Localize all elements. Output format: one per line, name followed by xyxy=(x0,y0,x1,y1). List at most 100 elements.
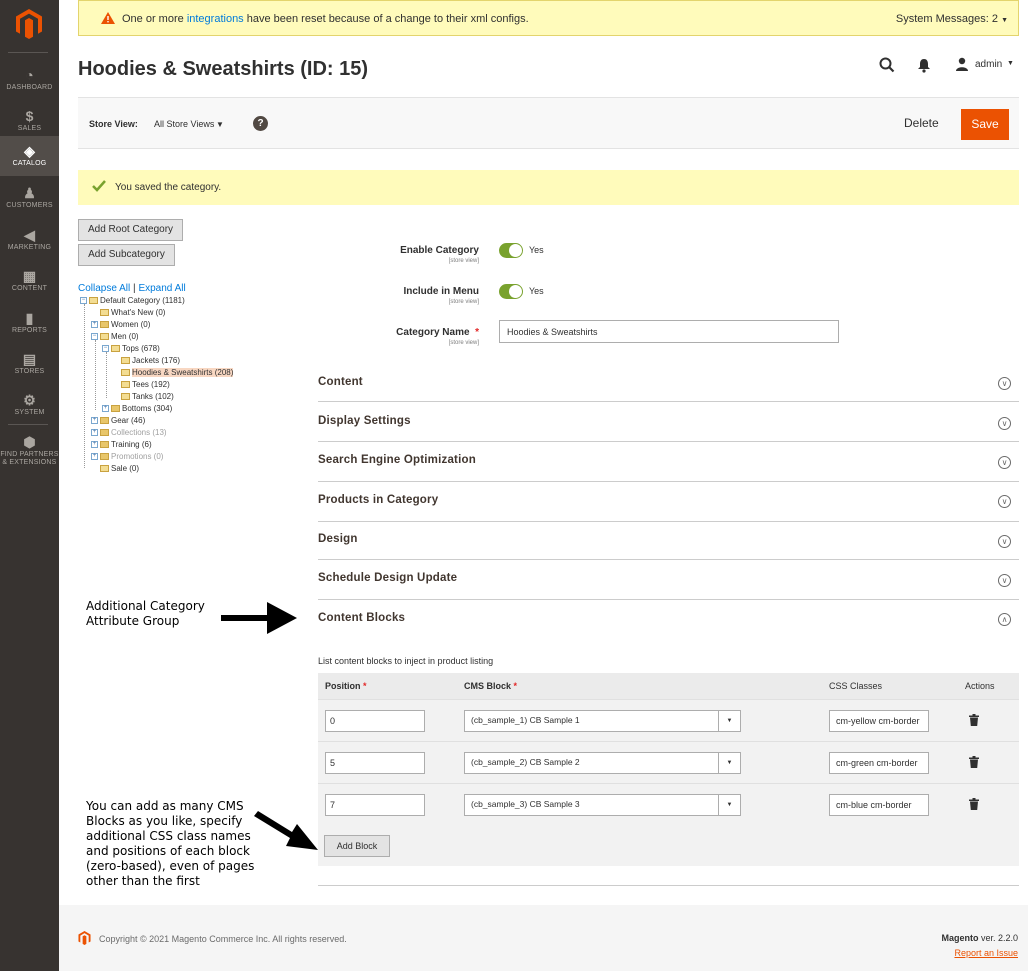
tree-node-men[interactable]: − Men (0) xyxy=(91,331,139,343)
chevron-down-icon: ▼ xyxy=(718,795,740,815)
table-row: 0 (cb_sample_1) CB Sample 1 ▼ cm-yellow c… xyxy=(318,699,1019,741)
magento-logo-icon[interactable] xyxy=(15,9,43,39)
trash-icon[interactable] xyxy=(969,756,979,768)
section-display-settings[interactable]: Display Settings ∨ xyxy=(318,402,1019,442)
cms-block-select[interactable]: (cb_sample_3) CB Sample 3 ▼ xyxy=(464,794,741,816)
tree-node-training[interactable]: + Training (6) xyxy=(91,439,152,451)
tree-node-default-category[interactable]: − Default Category (1181) xyxy=(80,295,185,307)
sidebar-item-content[interactable]: ▦ CONTENT xyxy=(0,261,59,303)
sidebar-item-partners[interactable]: ⬢ FIND PARTNERS & EXTENSIONS xyxy=(0,427,59,471)
sidebar-item-dashboard[interactable]: ◔ DASHBOARD xyxy=(0,60,59,102)
delete-button[interactable]: Delete xyxy=(904,116,939,130)
sidebar-item-customers[interactable]: ♟ CUSTOMERS xyxy=(0,178,59,220)
table-row: 7 (cb_sample_3) CB Sample 3 ▼ cm-blue cm-… xyxy=(318,783,1019,825)
section-content[interactable]: Content ∨ xyxy=(318,370,1019,402)
search-icon[interactable] xyxy=(879,57,895,73)
gear-icon: ⚙ xyxy=(23,392,36,408)
position-input[interactable]: 0 xyxy=(325,710,425,732)
expand-toggle-icon[interactable]: + xyxy=(91,321,98,329)
cms-block-select[interactable]: (cb_sample_1) CB Sample 1 ▼ xyxy=(464,710,741,732)
section-design[interactable]: Design ∨ xyxy=(318,520,1019,560)
category-name-label: Category Name * xyxy=(396,327,479,338)
position-input[interactable]: 5 xyxy=(325,752,425,774)
enable-category-toggle[interactable] xyxy=(499,243,523,258)
tree-node-bottoms[interactable]: + Bottoms (304) xyxy=(102,403,172,415)
add-block-button[interactable]: Add Block xyxy=(324,835,390,857)
save-button[interactable]: Save xyxy=(961,109,1009,140)
folder-icon xyxy=(100,417,109,425)
css-classes-input[interactable]: cm-blue cm-border xyxy=(829,794,929,816)
chevron-down-icon: ▼ xyxy=(1001,17,1008,24)
css-classes-input[interactable]: cm-green cm-border xyxy=(829,752,929,774)
expand-toggle-icon[interactable]: + xyxy=(102,405,109,413)
system-messages-toggle[interactable]: System Messages: 2 ▼ xyxy=(896,13,1008,25)
folder-icon xyxy=(100,429,109,437)
expand-toggle-icon[interactable]: + xyxy=(91,441,98,449)
collapse-toggle-icon[interactable]: − xyxy=(102,345,109,353)
enable-category-label: Enable Category xyxy=(400,245,479,256)
admin-user-menu[interactable]: admin ▼ xyxy=(955,57,1014,74)
warning-icon xyxy=(101,12,115,24)
add-subcategory-button[interactable]: Add Subcategory xyxy=(78,244,175,266)
expand-all-link[interactable]: Expand All xyxy=(138,283,185,294)
integrations-link[interactable]: integrations xyxy=(187,13,244,25)
position-header: Position * xyxy=(325,681,367,691)
trash-icon[interactable] xyxy=(969,798,979,810)
required-asterisk: * xyxy=(475,327,479,338)
annotation-attribute-group: Additional Category Attribute Group xyxy=(86,599,205,628)
chevron-down-icon: ▼ xyxy=(1007,60,1014,67)
tree-node-gear[interactable]: + Gear (46) xyxy=(91,415,145,427)
trash-icon[interactable] xyxy=(969,714,979,726)
tree-node-jackets[interactable]: Jackets (176) xyxy=(121,355,180,367)
tree-node-tops[interactable]: − Tops (678) xyxy=(102,343,160,355)
collapse-toggle-icon[interactable]: − xyxy=(80,297,87,305)
content-blocks-description: List content blocks to inject in product… xyxy=(318,656,494,666)
position-input[interactable]: 7 xyxy=(325,794,425,816)
help-icon[interactable]: ? xyxy=(253,116,268,131)
expand-toggle-icon[interactable]: + xyxy=(91,453,98,461)
tree-node-collections[interactable]: + Collections (13) xyxy=(91,427,167,439)
sidebar-item-stores[interactable]: ▤ STORES xyxy=(0,344,59,386)
category-name-input[interactable] xyxy=(499,320,839,343)
section-content-blocks[interactable]: Content Blocks ∧ xyxy=(318,600,1019,640)
tree-guide-line xyxy=(106,352,107,398)
collapse-toggle-icon[interactable]: − xyxy=(91,333,98,341)
tree-node-tanks[interactable]: Tanks (102) xyxy=(121,391,174,403)
section-seo[interactable]: Search Engine Optimization ∨ xyxy=(318,442,1019,482)
collapse-all-link[interactable]: Collapse All xyxy=(78,283,130,294)
sidebar-item-reports[interactable]: ▮ REPORTS xyxy=(0,303,59,345)
folder-icon xyxy=(121,381,130,389)
tree-node-sale[interactable]: Sale (0) xyxy=(100,463,139,475)
tree-node-women[interactable]: + Women (0) xyxy=(91,319,150,331)
tree-node-whats-new[interactable]: What's New (0) xyxy=(100,307,165,319)
notification-bell-icon[interactable] xyxy=(917,58,931,73)
report-issue-link[interactable]: Report an Issue xyxy=(954,948,1018,958)
table-row: 5 (cb_sample_2) CB Sample 2 ▼ cm-green cm… xyxy=(318,741,1019,783)
tree-node-promotions[interactable]: + Promotions (0) xyxy=(91,451,163,463)
sidebar-item-marketing[interactable]: ◀ MARKETING xyxy=(0,220,59,262)
chevron-down-icon: ∨ xyxy=(998,377,1011,390)
chevron-down-icon: ∨ xyxy=(998,574,1011,587)
admin-username: admin xyxy=(975,59,1003,70)
page-actions-bar: Store View: All Store Views ▼ ? Delete S… xyxy=(78,97,1019,149)
expand-toggle-icon[interactable]: + xyxy=(91,429,98,437)
css-classes-header: CSS Classes xyxy=(829,681,883,691)
section-products-in-category[interactable]: Products in Category ∨ xyxy=(318,482,1019,522)
section-schedule-design-update[interactable]: Schedule Design Update ∨ xyxy=(318,560,1019,600)
store-view-switcher[interactable]: All Store Views xyxy=(154,119,214,129)
chevron-down-icon[interactable]: ▼ xyxy=(216,120,224,129)
expand-toggle-icon[interactable]: + xyxy=(91,417,98,425)
sidebar-item-system[interactable]: ⚙ SYSTEM xyxy=(0,385,59,427)
cms-block-header: CMS Block * xyxy=(464,681,518,691)
storefront-icon: ▤ xyxy=(22,351,37,367)
copyright-text: Copyright © 2021 Magento Commerce Inc. A… xyxy=(99,934,347,944)
tree-node-tees[interactable]: Tees (192) xyxy=(121,379,170,391)
magento-logo-icon xyxy=(78,931,91,945)
tree-node-hoodies-sweatshirts[interactable]: Hoodies & Sweatshirts (208) xyxy=(121,367,234,379)
css-classes-input[interactable]: cm-yellow cm-border xyxy=(829,710,929,732)
cms-block-select[interactable]: (cb_sample_2) CB Sample 2 ▼ xyxy=(464,752,741,774)
include-in-menu-toggle[interactable] xyxy=(499,284,523,299)
folder-icon xyxy=(100,441,109,449)
sidebar-item-catalog[interactable]: ◈ CATALOG xyxy=(0,136,59,176)
add-root-category-button[interactable]: Add Root Category xyxy=(78,219,183,241)
